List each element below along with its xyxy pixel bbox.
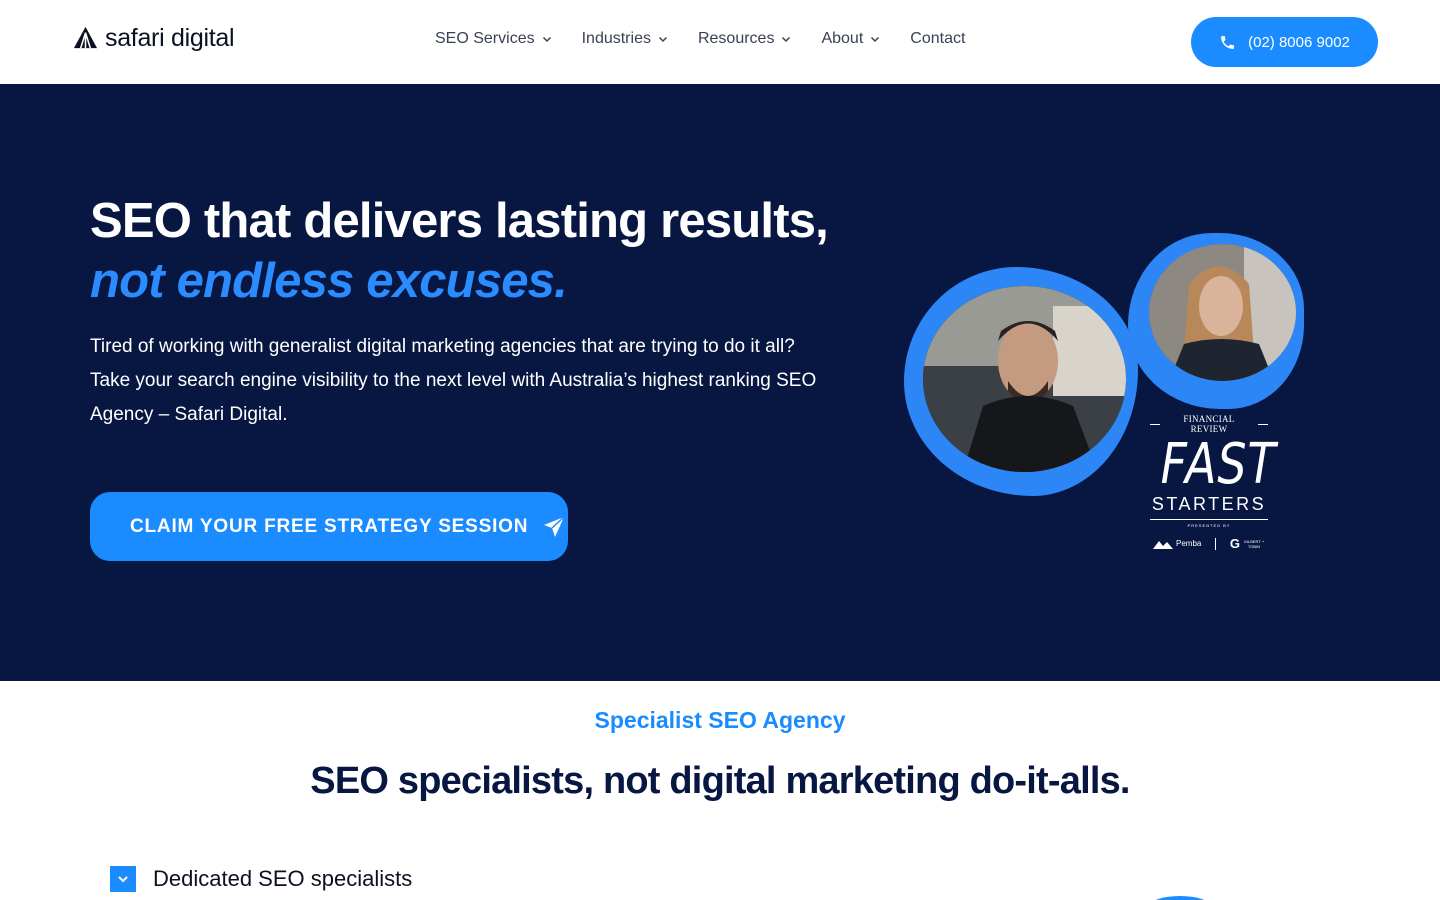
nav-label: Resources <box>697 30 775 47</box>
founder-photo-man <box>923 286 1126 472</box>
chevron-down-icon <box>542 36 551 43</box>
phone-icon <box>1221 35 1234 49</box>
sponsor-pemba: Pemba <box>1153 539 1201 549</box>
chevron-down-icon <box>871 36 880 43</box>
main-nav: SEO Services Industries Resources About … <box>435 30 965 48</box>
section-eyebrow: Specialist SEO Agency <box>594 707 846 733</box>
badge-sponsors: Pemba G GILBERT + TOBIN <box>1150 536 1268 551</box>
nav-label: Contact <box>910 30 966 47</box>
founder-photo-woman <box>1149 244 1296 381</box>
chevron-down-icon <box>110 866 136 892</box>
sponsor-gilbert-tobin: G GILBERT + TOBIN <box>1229 536 1265 551</box>
hero-description: Tired of working with generalist digital… <box>90 336 817 425</box>
nav-item-industries[interactable]: Industries <box>582 30 668 48</box>
leaf-logo-icon <box>73 26 98 49</box>
cta-label: CLAIM YOUR FREE STRATEGY SESSION <box>130 515 529 537</box>
chevron-down-icon <box>782 36 791 43</box>
logo-text: safari digital <box>105 24 235 52</box>
phone-number: (02) 8006 9002 <box>1248 33 1350 51</box>
nav-label: Industries <box>581 30 651 47</box>
chevron-down-icon <box>658 36 667 43</box>
nav-label: SEO Services <box>435 30 535 47</box>
badge-presented-by: PRESENTED BY <box>1150 519 1268 528</box>
fast-starters-award-badge: FINANCIAL REVIEW FAST STARTERS PRESENTED… <box>1150 414 1277 551</box>
hero-title-highlight: not endless excuses. <box>90 254 568 308</box>
phone-call-button[interactable]: (02) 8006 9002 <box>1191 17 1378 67</box>
site-logo[interactable]: safari digital <box>72 24 235 53</box>
decorative-blob <box>1150 896 1210 900</box>
nav-item-seo-services[interactable]: SEO Services <box>435 30 552 48</box>
paper-plane-icon <box>544 515 565 537</box>
hero-section: SEO that delivers lasting results, not e… <box>0 84 1440 681</box>
nav-item-resources[interactable]: Resources <box>698 30 791 48</box>
hero-title: SEO that delivers lasting results, <box>90 194 829 248</box>
badge-publication: FINANCIAL REVIEW <box>1183 414 1235 434</box>
feature-accordion-item[interactable]: Dedicated SEO specialists <box>110 866 412 892</box>
nav-label: About <box>821 30 864 47</box>
section-title: SEO specialists, not digital marketing d… <box>310 760 1130 802</box>
nav-item-about[interactable]: About <box>821 30 880 48</box>
free-strategy-session-button[interactable]: CLAIM YOUR FREE STRATEGY SESSION <box>90 492 568 561</box>
site-header: safari digital SEO Services Industries R… <box>0 0 1440 84</box>
badge-starters: STARTERS <box>1151 494 1267 514</box>
badge-fast: FAST <box>1160 432 1277 497</box>
nav-item-contact[interactable]: Contact <box>910 30 965 48</box>
feature-label: Dedicated SEO specialists <box>153 866 413 891</box>
mountain-icon <box>1153 540 1173 549</box>
